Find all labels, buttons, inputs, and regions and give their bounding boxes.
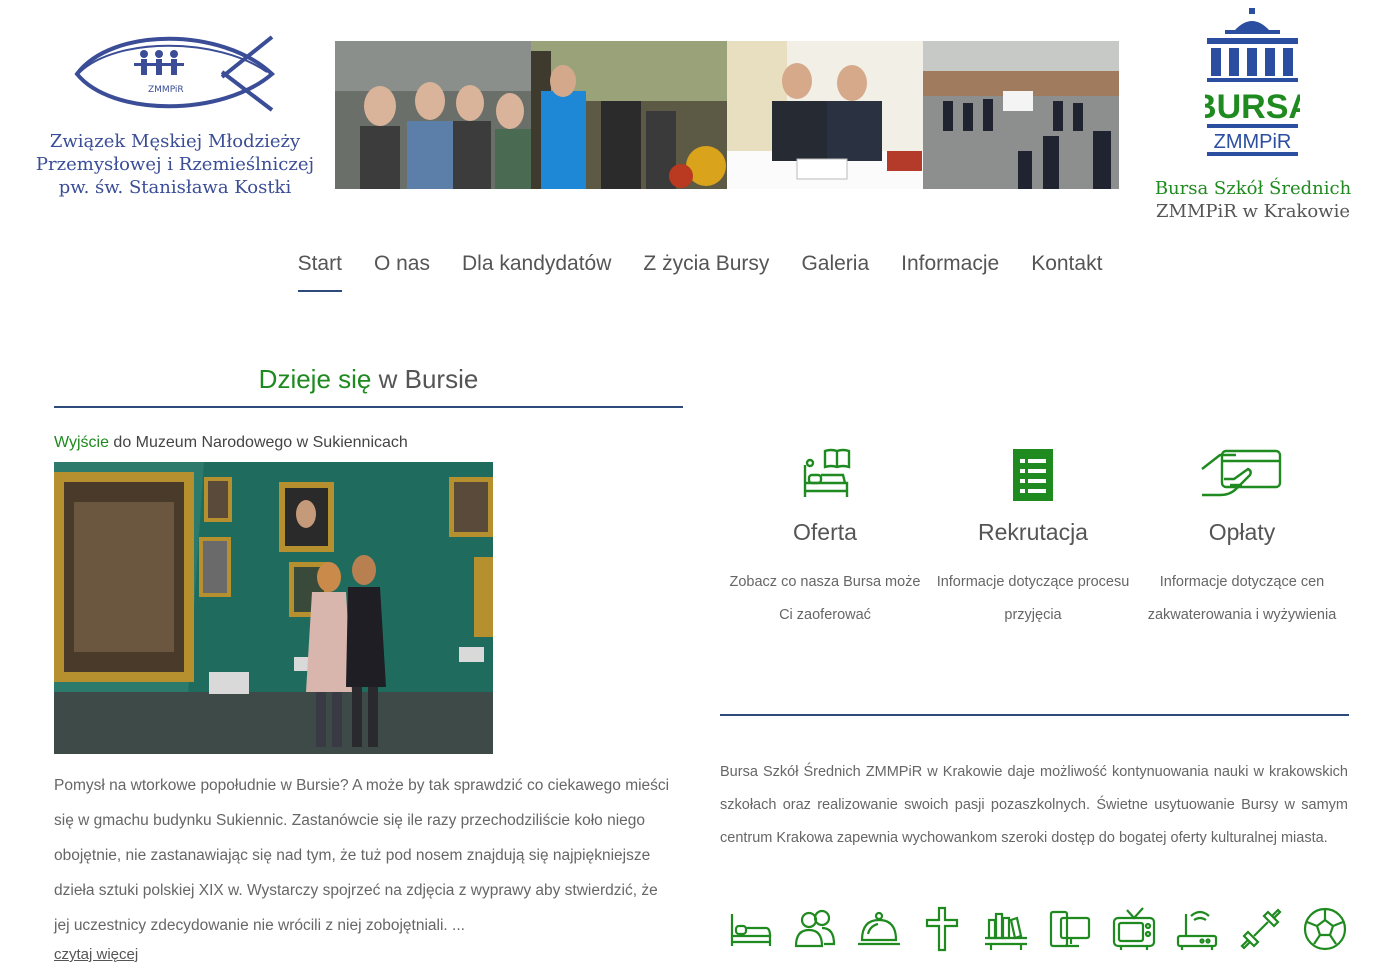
photo-students-at-desk — [727, 41, 923, 189]
org-name-line-1: Związek Męskiej Młodzieży — [49, 131, 301, 152]
header-photo-strip — [335, 41, 1119, 189]
news-divider — [54, 406, 683, 408]
about-divider — [720, 714, 1349, 716]
payment-card-icon — [1142, 445, 1342, 505]
nav-start[interactable]: Start — [297, 252, 342, 292]
org-name-line-2: Przemysłowej i Rzemieślniczej — [35, 154, 315, 175]
card-oplaty-desc: Informacje dotyczące cen zakwaterowania … — [1147, 574, 1337, 623]
card-oferta-desc: Zobacz co nasza Bursa może Ci zaoferować — [729, 574, 921, 623]
read-more-link[interactable]: czytaj więcej — [54, 946, 138, 963]
bed-icon — [730, 914, 772, 946]
nav-z-zycia-bursy[interactable]: Z życia Bursy — [643, 252, 769, 292]
article-title-rest: do Muzeum Narodowego w Sukiennicach — [113, 434, 408, 451]
meal-cloche-icon — [857, 911, 900, 946]
article-excerpt: Pomysł na wtorkowe popołudnie w Bursie? … — [54, 777, 670, 934]
svg-text:BURSA: BURSA — [1205, 88, 1300, 126]
dumbbell-icon — [1240, 908, 1282, 950]
nav-dla-kandydatow[interactable]: Dla kandydatów — [462, 252, 611, 292]
card-oferta-title: Oferta — [793, 519, 857, 545]
card-oplaty[interactable]: Opłaty Informacje dotyczące cen zakwater… — [1142, 445, 1342, 632]
organization-name: Związek Męskiej Młodzieży Przemysłowej i… — [20, 130, 330, 199]
people-icon — [794, 909, 835, 948]
bed-book-icon — [725, 445, 925, 505]
article-title-green: Wyjście — [54, 434, 109, 451]
zmmpir-fish-logo[interactable]: ZMMPiR — [72, 32, 277, 112]
about-bursa-text: Bursa Szkół Średnich ZMMPiR w Krakowie d… — [720, 764, 1348, 846]
amenities-icon-row — [728, 906, 1348, 958]
card-oplaty-title: Opłaty — [1208, 519, 1276, 545]
nav-kontakt[interactable]: Kontakt — [1031, 252, 1102, 292]
bursa-title: Bursa Szkół Średnich ZMMPiR w Krakowie — [1130, 177, 1376, 223]
card-rekrutacja[interactable]: Rekrutacja Informacje dotyczące procesu … — [933, 445, 1133, 632]
svg-text:ZMMPiR: ZMMPiR — [148, 85, 184, 95]
svg-text:ZMMPiR: ZMMPiR — [1214, 131, 1292, 153]
nav-galeria[interactable]: Galeria — [801, 252, 869, 292]
heading-rest-part: w Bursie — [378, 364, 479, 394]
article-title[interactable]: Wyjście do Muzeum Narodowego w Sukiennic… — [54, 434, 408, 452]
tv-icon — [1112, 907, 1155, 950]
org-name-line-3: pw. św. Stanisława Kostki — [58, 177, 292, 198]
card-oferta[interactable]: Oferta Zobacz co nasza Bursa może Ci zao… — [725, 445, 925, 632]
nav-informacje[interactable]: Informacje — [901, 252, 999, 292]
news-section-heading: Dzieje się w Bursie — [54, 364, 683, 395]
document-list-icon — [933, 445, 1133, 505]
cross-icon — [926, 906, 959, 952]
computer-icon — [1049, 910, 1090, 948]
main-navigation: Start O nas Dla kandydatów Z życia Bursy… — [280, 252, 1120, 292]
wifi-router-icon — [1177, 910, 1218, 950]
heading-green-part: Dzieje się — [258, 364, 372, 394]
bursa-title-line-2: ZMMPiR w Krakowie — [1156, 201, 1350, 222]
photo-students-group — [335, 41, 531, 189]
bursa-title-line-1: Bursa Szkół Średnich — [1154, 178, 1352, 199]
card-rekrutacja-title: Rekrutacja — [978, 519, 1088, 545]
football-icon — [1303, 907, 1346, 951]
article-image-museum[interactable] — [54, 462, 493, 754]
photo-rooftop-mass — [923, 41, 1119, 189]
library-icon — [985, 912, 1028, 950]
photo-cemetery-candles — [531, 41, 727, 189]
nav-o-nas[interactable]: O nas — [374, 252, 430, 292]
card-rekrutacja-desc: Informacje dotyczące procesu przyjęcia — [936, 574, 1130, 623]
bursa-logo[interactable]: BURSA ZMMPiR — [1192, 8, 1313, 158]
